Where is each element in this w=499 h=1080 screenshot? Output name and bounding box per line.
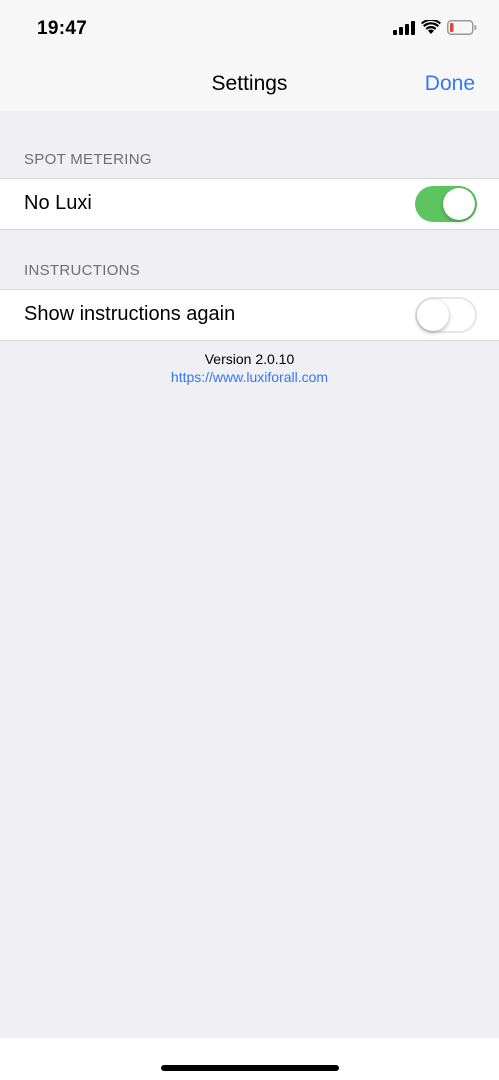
home-indicator-area [0,1038,499,1080]
battery-low-icon [447,20,477,40]
toggle-knob [443,188,475,220]
show-instructions-toggle[interactable] [415,297,477,333]
wifi-icon [421,18,441,40]
no-luxi-label: No Luxi [24,192,92,214]
toggle-knob [417,299,449,331]
section-header-spot-metering: SPOT METERING [24,151,152,168]
status-time: 19:47 [37,18,88,39]
no-luxi-row[interactable]: No Luxi [0,178,499,230]
cellular-signal-icon [393,20,415,40]
status-bar: 19:47 [0,0,499,60]
settings-screen: 19:47 Settings Done SPOT METERING No Lux… [0,0,499,1080]
website-link[interactable]: https://www.luxiforall.com [0,369,499,385]
show-instructions-row[interactable]: Show instructions again [0,289,499,341]
version-label: Version 2.0.10 [204,351,295,367]
no-luxi-toggle[interactable] [415,186,477,222]
section-header-instructions: INSTRUCTIONS [24,262,141,279]
navigation-bar: Settings Done [0,60,499,111]
done-button[interactable]: Done [425,72,475,96]
show-instructions-label: Show instructions again [24,303,236,325]
status-icons [393,18,477,40]
home-indicator[interactable] [161,1065,339,1071]
